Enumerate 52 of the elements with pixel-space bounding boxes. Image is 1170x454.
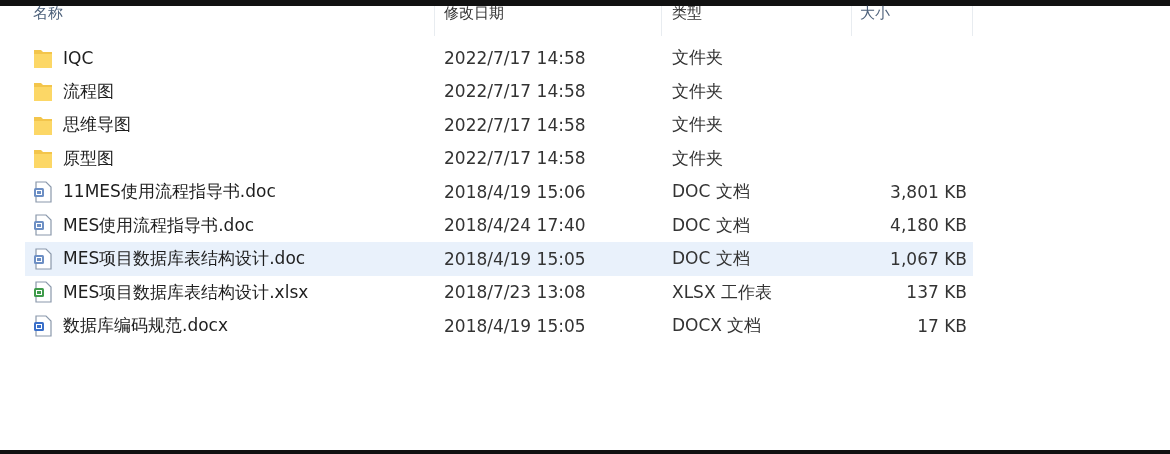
folder-icon — [33, 80, 53, 103]
file-type: XLSX 工作表 — [671, 280, 773, 304]
file-row[interactable]: IQC 2022/7/17 14:58 文件夹 — [25, 41, 973, 75]
file-name: 原型图 — [63, 146, 114, 170]
document-icon — [33, 214, 53, 237]
file-name: MES项目数据库表结构设计.doc — [63, 247, 306, 271]
modified-date: 2018/7/23 13:08 — [443, 282, 587, 303]
file-type: 文件夹 — [671, 46, 724, 70]
file-row[interactable]: MES项目数据库表结构设计.doc 2018/4/19 15:05 DOC 文档 1,067 KB — [25, 242, 973, 276]
folder-icon — [33, 147, 53, 170]
file-type: DOCX 文档 — [671, 314, 763, 338]
document-icon — [33, 180, 53, 203]
column-header[interactable]: 名称 — [25, 6, 435, 36]
file-name: MES项目数据库表结构设计.xlsx — [63, 280, 309, 304]
document-icon — [33, 281, 53, 304]
file-row[interactable]: 原型图 2022/7/17 14:58 文件夹 — [25, 141, 973, 175]
file-name: IQC — [63, 47, 94, 68]
file-name: MES使用流程指导书.doc — [63, 213, 255, 237]
modified-date: 2018/4/19 15:05 — [443, 315, 587, 336]
file-type: DOC 文档 — [671, 180, 751, 204]
modified-date: 2018/4/19 15:06 — [443, 181, 587, 202]
file-type: 文件夹 — [671, 146, 724, 170]
file-size: 1,067 KB — [889, 248, 968, 269]
column-header[interactable]: 类型 — [662, 6, 852, 36]
file-row[interactable]: 11MES使用流程指导书.doc 2018/4/19 15:06 DOC 文档 3,801 KB — [25, 175, 973, 209]
file-name: 流程图 — [63, 79, 114, 103]
file-name: 数据库编码规范.docx — [63, 314, 228, 338]
file-row[interactable]: MES使用流程指导书.doc 2018/4/24 17:40 DOC 文档 4,180 KB — [25, 208, 973, 242]
column-header[interactable]: 大小 — [852, 6, 973, 36]
file-name: 思维导图 — [63, 113, 131, 137]
file-size: 137 KB — [905, 282, 968, 303]
file-row[interactable]: 流程图 2022/7/17 14:58 文件夹 — [25, 74, 973, 108]
file-type: 文件夹 — [671, 113, 724, 137]
modified-date: 2022/7/17 14:58 — [443, 148, 587, 169]
file-type: 文件夹 — [671, 79, 724, 103]
column-header[interactable]: 修改日期 — [435, 6, 662, 36]
file-row[interactable]: MES项目数据库表结构设计.xlsx 2018/7/23 13:08 XLSX 工作表 137 KB — [25, 275, 973, 309]
file-row[interactable]: 思维导图 2022/7/17 14:58 文件夹 — [25, 108, 973, 142]
file-type: DOC 文档 — [671, 247, 751, 271]
modified-date: 2018/4/19 15:05 — [443, 248, 587, 269]
modified-date: 2022/7/17 14:58 — [443, 47, 587, 68]
document-icon — [33, 247, 53, 270]
file-row[interactable]: 数据库编码规范.docx 2018/4/19 15:05 DOCX 文档 17 KB — [25, 309, 973, 343]
file-name: 11MES使用流程指导书.doc — [63, 180, 276, 204]
modified-date: 2022/7/17 14:58 — [443, 81, 587, 102]
document-icon — [33, 314, 53, 337]
file-type: DOC 文档 — [671, 213, 751, 237]
file-size: 4,180 KB — [889, 215, 968, 236]
modified-date: 2022/7/17 14:58 — [443, 114, 587, 135]
file-size: 17 KB — [916, 315, 968, 336]
modified-date: 2018/4/24 17:40 — [443, 215, 587, 236]
file-size: 3,801 KB — [889, 181, 968, 202]
